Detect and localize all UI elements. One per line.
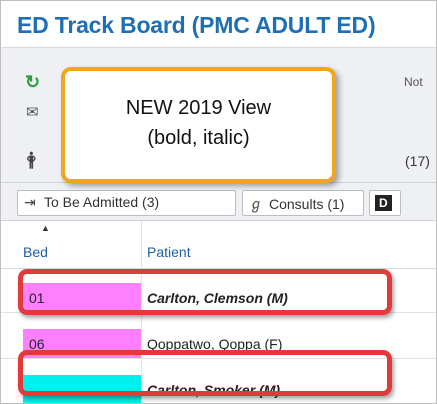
column-header-patient[interactable]: Patient bbox=[147, 244, 191, 260]
person-icon[interactable]: 🛉 bbox=[26, 150, 37, 168]
callout-title: NEW 2019 View bbox=[125, 97, 272, 119]
refresh-icon[interactable]: ↻ bbox=[25, 73, 40, 91]
admit-arrow-icon: ⇥ bbox=[24, 194, 36, 210]
d-icon: D bbox=[375, 195, 392, 211]
track-board-window: ED Track Board (PMC ADULT ED) ↻ ✉ 🛉 Not … bbox=[0, 0, 437, 404]
sort-ascending-icon[interactable]: ▲ bbox=[41, 223, 50, 233]
title-bar: ED Track Board (PMC ADULT ED) bbox=[1, 1, 436, 47]
highlight-box bbox=[18, 350, 392, 396]
filter-tab-bar: ⇥ To Be Admitted (3) ℊ Consults (1) D bbox=[1, 183, 436, 221]
consults-icon: ℊ bbox=[249, 196, 263, 212]
tab-to-be-admitted-label: To Be Admitted (3) bbox=[44, 194, 160, 210]
highlight-box bbox=[18, 269, 392, 315]
mail-icon[interactable]: ✉ bbox=[26, 105, 39, 121]
new-view-callout: NEW 2019 View (bold, italic) bbox=[61, 67, 336, 183]
notes-button[interactable]: Not bbox=[404, 75, 423, 89]
patient-count: (17) bbox=[405, 153, 430, 169]
tab-to-be-admitted[interactable]: ⇥ To Be Admitted (3) bbox=[17, 190, 236, 216]
window-title: ED Track Board (PMC ADULT ED) bbox=[17, 12, 376, 38]
column-header-bed[interactable]: Bed bbox=[23, 244, 48, 260]
grid-header: ▲ Bed Patient bbox=[1, 221, 436, 269]
tab-d[interactable]: D bbox=[369, 190, 401, 216]
callout-subtitle: (bold, italic) bbox=[147, 127, 250, 149]
tab-consults[interactable]: ℊ Consults (1) bbox=[242, 190, 364, 216]
tab-consults-label: Consults (1) bbox=[269, 196, 345, 212]
